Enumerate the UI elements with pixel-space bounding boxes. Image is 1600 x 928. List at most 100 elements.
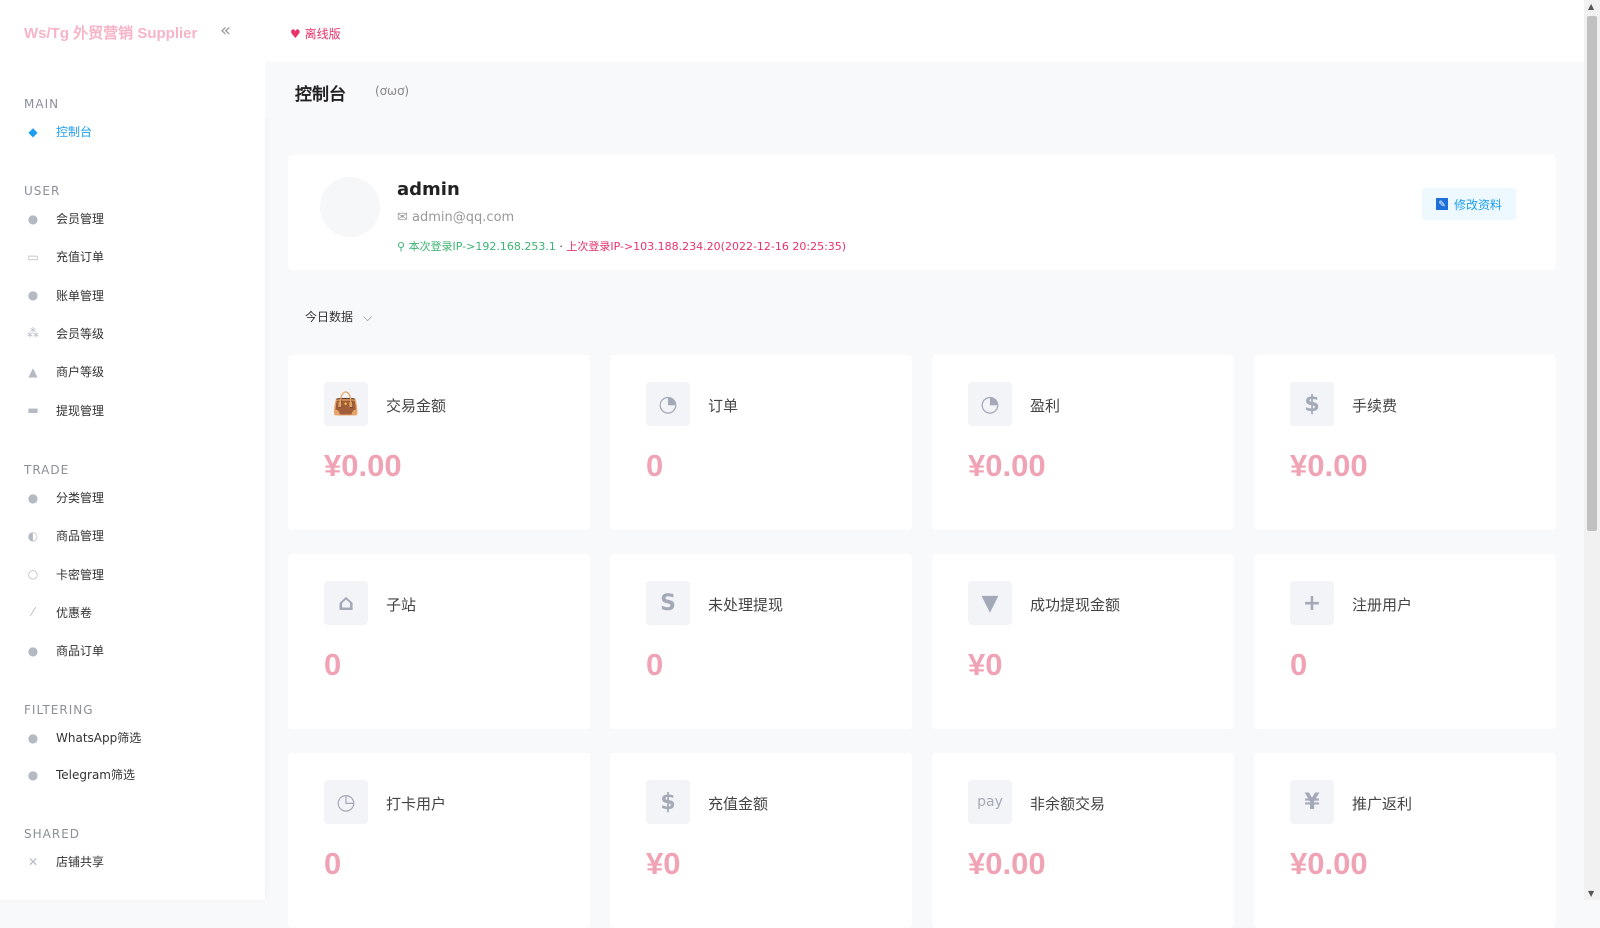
avatar [320,177,380,237]
share-icon: ✕ [27,854,39,869]
stat-label: 成功提现金额 [1030,596,1121,614]
stat-card: ◷ 打卡用户 0 [288,753,590,928]
stat-value: ¥0 [968,647,1003,682]
collapse-sidebar-icon[interactable]: « [220,20,231,41]
sidebar-item-label: 会员等级 [56,326,105,341]
pie-chart-icon: ◔ [968,382,1012,426]
stat-card: ◔ 盈利 ¥0.00 [932,355,1234,530]
date-range-select[interactable]: 今日数据 ⌵ [305,308,372,325]
pie-chart-icon: ◔ [646,382,690,426]
stat-label: 推广返利 [1352,795,1413,813]
section-title: MAIN [24,97,60,111]
level-icon: ⁂ [27,326,39,341]
bill-icon: ● [27,288,39,303]
sidebar-item[interactable]: ● 商品订单 [24,642,104,659]
stat-card: ⌂ 子站 0 [288,554,590,729]
stat-label: 子站 [386,596,417,614]
clock-icon: ◷ [324,780,368,824]
stat-label: 打卡用户 [386,795,447,813]
sidebar-item-label: 商品订单 [56,644,105,659]
recharge-icon: ▭ [27,249,39,264]
sidebar-item[interactable]: ◐ 商品管理 [24,527,104,544]
sidebar-item-label: 商品管理 [56,529,105,544]
stat-value: ¥0.00 [324,448,402,483]
email-text: admin@qq.com [412,210,515,225]
sidebar-item-label: 控制台 [56,125,93,139]
top-bar: ♥ 离线版 [265,0,1584,62]
sidebar-item-label: 会员管理 [56,212,105,226]
telegram-icon: ● [27,767,39,782]
stat-label: 交易金额 [386,397,447,415]
fee-icon: $ [1290,382,1334,426]
sidebar-item[interactable]: ● Telegram筛选 [24,766,135,783]
sidebar-item[interactable]: ▬ 提现管理 [24,402,104,419]
sidebar: Ws/Tg 外贸营销 Supplier « MAIN ◆ 控制台 USER ● 会员管理 ▭… [0,0,265,900]
chevron-down-icon: ⌵ [363,310,373,324]
stat-label: 手续费 [1352,397,1398,415]
page-header: 控制台 (ơωơ) [265,62,1584,118]
hand-money-icon: $ [646,780,690,824]
login-ip-info: ⚲ 本次登录IP->192.168.253.1 · 上次登录IP->103.18… [397,240,847,253]
section-title: SHARED [24,827,81,841]
order-icon: ● [27,643,39,658]
date-range-value: 今日数据 [305,310,354,324]
sidebar-item[interactable]: ◆ 控制台 [24,123,92,140]
dollar-icon: S [646,581,690,625]
edit-profile-button[interactable]: ✎ 修改资料 [1421,188,1516,220]
stat-card: 👜 交易金额 ¥0.00 [288,355,590,530]
merchant-icon: ▲ [28,364,38,379]
page-title: 控制台 [295,85,346,105]
sidebar-item-label: WhatsApp筛选 [56,731,142,745]
sidebar-item[interactable]: ⁂ 会员等级 [24,325,104,342]
edit-profile-label: 修改资料 [1453,197,1502,212]
stat-value: ¥0.00 [1290,846,1368,881]
sidebar-item-label: 商户等级 [56,365,105,380]
location-icon: ⚲ [397,240,406,253]
sidebar-item[interactable]: ▭ 充值订单 [24,248,104,265]
sidebar-item[interactable]: ✕ 店铺共享 [24,853,104,870]
scrollbar[interactable]: ▲ ▼ [1584,0,1600,900]
stat-card: $ 充值金额 ¥0 [610,753,912,928]
user-plus-icon: + [1290,581,1334,625]
sidebar-item-label: 充值订单 [56,250,105,265]
funnel-icon: ▼ [968,581,1012,625]
current-ip: 本次登录IP->192.168.253.1 [408,240,556,253]
sidebar-item[interactable]: ● 账单管理 [24,287,104,304]
sidebar-item[interactable]: ○ 卡密管理 [24,566,104,583]
goods-icon: ◐ [27,528,39,543]
user-icon: ● [27,211,39,226]
sidebar-item[interactable]: ▲ 商户等级 [24,363,104,380]
sidebar-item-label: 分类管理 [56,491,105,505]
sidebar-item[interactable]: ⁄ 优惠卷 [24,604,92,621]
profile-card: admin ✉ admin@qq.com ⚲ 本次登录IP->192.168.2… [288,155,1556,270]
sidebar-item[interactable]: ● 会员管理 [24,210,104,227]
stat-card: $ 手续费 ¥0.00 [1254,355,1556,530]
mail-icon: ✉ [397,210,408,225]
offline-label: 离线版 [304,27,341,41]
card-key-icon: ○ [27,567,39,582]
last-ip: 上次登录IP->103.188.234.20(2022-12-16 20:25:… [566,240,847,253]
stat-value: 0 [646,448,664,483]
scroll-down-icon[interactable]: ▼ [1588,889,1594,898]
stat-label: 订单 [708,397,739,415]
stat-card: ▼ 成功提现金额 ¥0 [932,554,1234,729]
stat-value: 0 [1290,647,1308,682]
yen-icon: ¥ [1290,780,1334,824]
stat-card: + 注册用户 0 [1254,554,1556,729]
page-subtitle: (ơωơ) [375,84,410,98]
stat-card: pay 非余额交易 ¥0.00 [932,753,1234,928]
stat-value: ¥0.00 [968,448,1046,483]
sidebar-item-label: 提现管理 [56,403,105,418]
scroll-up-icon[interactable]: ▲ [1588,2,1594,11]
stat-card: ¥ 推广返利 ¥0.00 [1254,753,1556,928]
sidebar-item-label: 店铺共享 [56,855,105,869]
stat-value: ¥0.00 [1290,448,1368,483]
email: ✉ admin@qq.com [397,210,514,225]
section-title: TRADE [24,463,70,477]
sidebar-item[interactable]: ● WhatsApp筛选 [24,729,141,746]
withdraw-icon: ▬ [27,403,39,417]
stat-value: 0 [324,846,342,881]
sidebar-item[interactable]: ● 分类管理 [24,489,104,506]
house-icon: ⌂ [324,581,368,625]
scrollbar-thumb[interactable] [1587,16,1597,531]
